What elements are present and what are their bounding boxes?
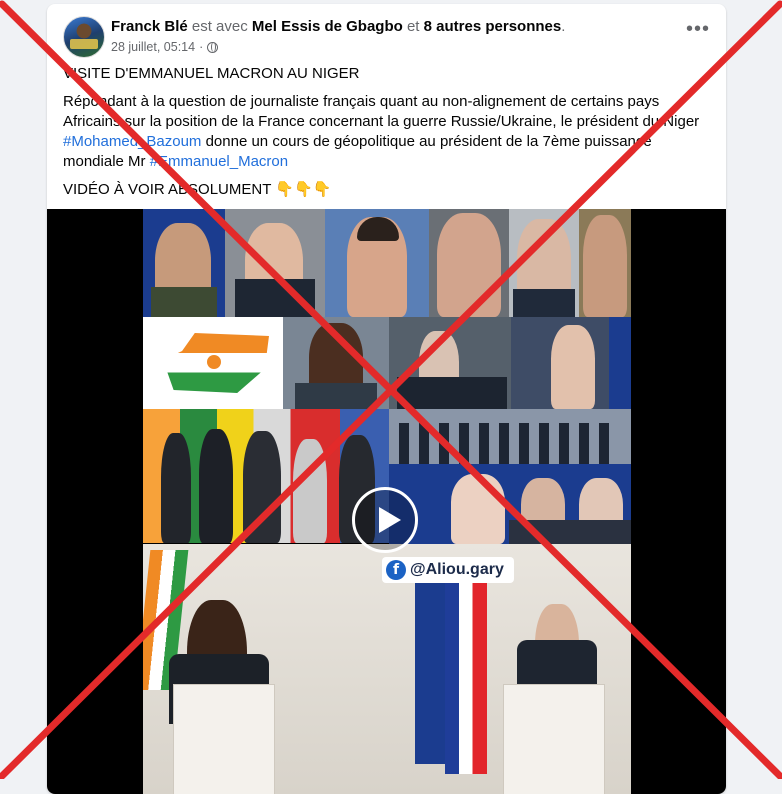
video-player[interactable]: f @Aliou.gary [47, 209, 726, 794]
thumbnail-tile [389, 464, 631, 544]
post-meta: 28 juillet, 05:14 · [111, 40, 219, 54]
thumbnail-tile [389, 317, 511, 409]
post-text: VISITE D'EMMANUEL MACRON AU NIGER Répond… [63, 64, 708, 208]
post-date[interactable]: 28 juillet, 05:14 [111, 40, 195, 54]
hashtag-bazoum[interactable]: #Mohamed_Bazoum [63, 133, 201, 150]
thumbnail-tile [579, 209, 631, 317]
thumbnail-tile [225, 209, 325, 317]
thumbnail-tile [429, 209, 509, 317]
hashtag-macron[interactable]: #Emmanuel_Macron [150, 153, 288, 170]
facebook-icon: f [386, 560, 406, 580]
thumbnail-tile [283, 317, 389, 409]
author-name[interactable]: Franck Blé [111, 18, 188, 35]
author-line: Franck Blé est avec Mel Essis de Gbagbo … [111, 18, 565, 35]
meta-separator: · [199, 40, 204, 54]
video-watermark: f @Aliou.gary [382, 557, 514, 583]
body-part-1: Répondant à la question de journaliste f… [63, 93, 700, 130]
watermark-handle: @Aliou.gary [410, 561, 504, 578]
post-body: Répondant à la question de journaliste f… [63, 92, 708, 172]
thumbnail-tile [325, 209, 429, 317]
post-cta: VIDÉO À VOIR ABSOLUMENT 👇👇👇 [63, 181, 332, 198]
facebook-post-card: Franck Blé est avec Mel Essis de Gbagbo … [47, 4, 726, 794]
thumbnail-tile [511, 317, 631, 409]
thumbnail-tile [143, 209, 225, 317]
thumbnail-tile [509, 209, 579, 317]
more-options-button[interactable]: ••• [686, 19, 710, 44]
with-text: est avec [191, 18, 248, 35]
others-link[interactable]: 8 autres personnes [424, 18, 562, 35]
author-avatar[interactable] [63, 16, 105, 58]
globe-icon [207, 41, 219, 53]
post-header: Franck Blé est avec Mel Essis de Gbagbo … [63, 16, 710, 60]
tagged-person[interactable]: Mel Essis de Gbagbo [252, 18, 403, 35]
play-icon [379, 507, 401, 533]
thumbnail-tile [389, 409, 631, 464]
and-text: et [406, 18, 420, 35]
period-text: . [561, 18, 566, 35]
thumbnail-tile [143, 317, 283, 409]
play-button[interactable] [352, 487, 418, 553]
post-title: VISITE D'EMMANUEL MACRON AU NIGER [63, 65, 360, 82]
